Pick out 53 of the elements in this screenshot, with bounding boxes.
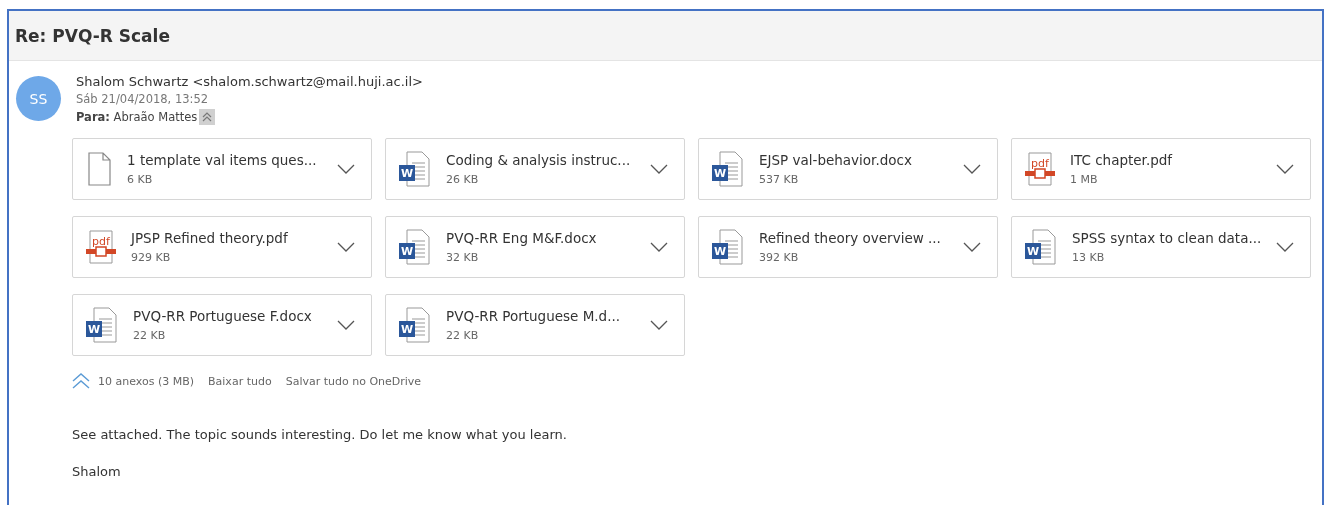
recipient: Para: Abraão Mattes — [76, 110, 198, 124]
file-size: 537 KB — [759, 173, 800, 186]
file-size: 26 KB — [446, 173, 480, 186]
file-name: PVQ-RR Eng M&F.docx — [446, 230, 598, 246]
file-size: 22 KB — [446, 329, 480, 342]
file-name: Refined theory overview ... — [759, 230, 942, 246]
file-name: Coding & analysis instruc... — [446, 152, 632, 168]
message-text: See attached. The topic sounds interesting. Do let me know what you learn. — [72, 427, 568, 442]
file-size: 32 KB — [446, 251, 480, 264]
chevron-down-icon[interactable] — [963, 164, 981, 174]
chevron-down-icon[interactable] — [650, 164, 668, 174]
chevron-down-icon[interactable] — [1276, 242, 1294, 252]
save-to-onedrive-link[interactable]: Salvar tudo no OneDrive — [285, 374, 422, 388]
chevron-down-icon[interactable] — [650, 320, 668, 330]
attachment-card[interactable]: W PVQ-RR Portuguese F.docx 22 KB — [72, 294, 372, 356]
message-text: Shalom — [72, 464, 122, 479]
attachment-count: 10 anexos (3 MB) — [98, 374, 195, 388]
attachment-card[interactable]: W PVQ-RR Eng M&F.docx 32 KB — [385, 216, 685, 278]
chevron-down-icon[interactable] — [337, 242, 355, 252]
file-name: SPSS syntax to clean data... — [1072, 230, 1263, 246]
file-name: PVQ-RR Portuguese F.docx — [133, 308, 313, 324]
email-subject: Re: PVQ-R Scale — [15, 25, 170, 46]
sender-address: Shalom Schwartz <shalom.schwartz@mail.huji.ac.il> — [76, 74, 423, 89]
file-name: ITC chapter.pdf — [1070, 152, 1174, 168]
file-name: 1 template val items ques... — [127, 152, 318, 168]
file-size: 6 KB — [127, 173, 154, 186]
chevron-down-icon[interactable] — [1276, 164, 1294, 174]
chevron-down-icon[interactable] — [337, 320, 355, 330]
attachment-card[interactable]: pdf JPSP Refined theory.pdf 929 KB — [72, 216, 372, 278]
double-chevron-up-icon[interactable] — [72, 373, 90, 389]
sent-date: Sáb 21/04/2018, 13:52 — [76, 92, 210, 106]
file-size: 929 KB — [131, 251, 172, 264]
attachment-card[interactable]: W SPSS syntax to clean data... 13 KB — [1011, 216, 1311, 278]
file-size: 392 KB — [759, 251, 800, 264]
chevron-down-icon[interactable] — [650, 242, 668, 252]
file-name: PVQ-RR Portuguese M.d... — [446, 308, 622, 324]
attachment-card[interactable]: W Coding & analysis instruc... 26 KB — [385, 138, 685, 200]
attachment-card[interactable]: W EJSP val-behavior.docx 537 KB — [698, 138, 998, 200]
collapse-icon[interactable] — [199, 109, 216, 125]
avatar: SS — [16, 76, 61, 121]
attachment-card[interactable]: 1 template val items ques... 6 KB — [72, 138, 372, 200]
attachment-card[interactable]: W Refined theory overview ... 392 KB — [698, 216, 998, 278]
chevron-down-icon[interactable] — [963, 242, 981, 252]
download-all-link[interactable]: Baixar tudo — [208, 374, 272, 388]
file-size: 13 KB — [1072, 251, 1106, 264]
file-name: EJSP val-behavior.docx — [759, 152, 913, 168]
attachment-card[interactable]: pdf ITC chapter.pdf 1 MB — [1011, 138, 1311, 200]
chevron-down-icon[interactable] — [337, 164, 355, 174]
attachment-card[interactable]: W PVQ-RR Portuguese M.d... 22 KB — [385, 294, 685, 356]
file-icon — [85, 152, 113, 186]
file-size: 1 MB — [1070, 173, 1099, 186]
file-size: 22 KB — [133, 329, 167, 342]
file-name: JPSP Refined theory.pdf — [131, 230, 289, 246]
